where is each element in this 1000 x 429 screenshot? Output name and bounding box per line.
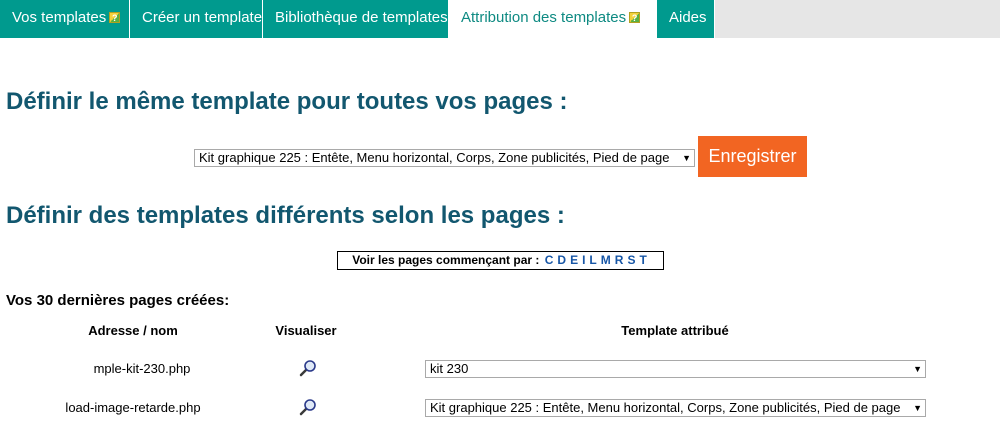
column-header-address: Adresse / nom (88, 323, 178, 338)
letters-filter: Voir les pages commençant par : CDEILMRS… (337, 251, 664, 270)
help-icon[interactable]: ? (629, 12, 641, 23)
recent-pages-title: Vos 30 dernières pages créées: (6, 292, 230, 309)
letter-link-t[interactable]: T (639, 253, 646, 267)
column-header-template: Template attribué (621, 323, 729, 338)
select-value: kit 230 (430, 361, 469, 376)
tab-label: Bibliothèque de templates (275, 9, 448, 26)
tab-creer-template[interactable]: Créer un template (130, 0, 263, 38)
tab-bibliotheque[interactable]: Bibliothèque de templates (263, 0, 449, 38)
tab-attribution[interactable]: Attribution des templates? (449, 0, 657, 38)
tab-aides[interactable]: Aides (657, 0, 715, 38)
letter-link-r[interactable]: R (615, 253, 624, 267)
chevron-down-icon: ▼ (913, 403, 922, 413)
tab-vos-templates[interactable]: Vos templates? (0, 0, 130, 38)
chevron-down-icon: ▼ (913, 364, 922, 374)
select-value: Kit graphique 225 : Entête, Menu horizon… (199, 150, 670, 165)
global-template-select[interactable]: Kit graphique 225 : Entête, Menu horizon… (194, 149, 695, 167)
table-row-address: mple-kit-230.php (93, 361, 191, 376)
letter-link-s[interactable]: S (627, 253, 635, 267)
magnifier-icon[interactable] (299, 398, 317, 416)
letters-prefix: Voir les pages commençant par : (352, 253, 540, 267)
select-value: Kit graphique 225 : Entête, Menu horizon… (430, 400, 901, 415)
column-header-view: Visualiser (275, 323, 337, 338)
tab-bar: Vos templates? Créer un template Bibliot… (0, 0, 1000, 38)
letter-link-c[interactable]: C (545, 253, 554, 267)
tab-label: Créer un template (142, 9, 263, 26)
tab-label: Vos templates (12, 9, 107, 26)
row-template-select[interactable]: kit 230 ▼ (425, 360, 926, 378)
save-button[interactable]: Enregistrer (698, 136, 807, 177)
letter-link-m[interactable]: M (601, 253, 611, 267)
letter-link-e[interactable]: E (570, 253, 578, 267)
same-template-heading: Définir le même template pour toutes vos… (6, 88, 568, 115)
tab-label: Aides (669, 9, 707, 26)
table-row-address: load-image-retarde.php (65, 400, 201, 415)
letter-link-l[interactable]: L (589, 253, 596, 267)
per-page-heading: Définir des templates différents selon l… (6, 202, 565, 229)
row-template-select[interactable]: Kit graphique 225 : Entête, Menu horizon… (425, 399, 926, 417)
chevron-down-icon: ▼ (682, 153, 691, 163)
help-icon[interactable]: ? (109, 12, 121, 23)
letter-link-i[interactable]: I (582, 253, 585, 267)
tab-label: Attribution des templates (461, 9, 627, 26)
letter-link-d[interactable]: D (557, 253, 566, 267)
magnifier-icon[interactable] (299, 359, 317, 377)
